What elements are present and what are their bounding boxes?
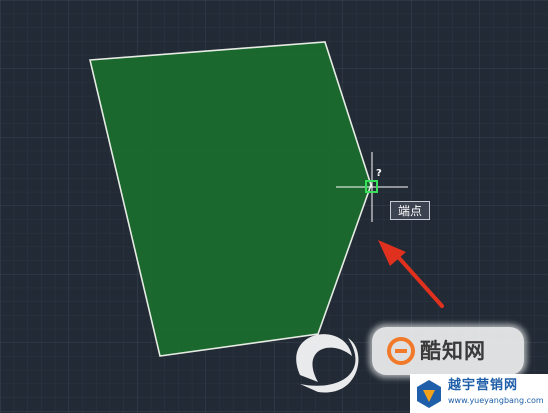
watermark-site-logo-icon xyxy=(417,380,441,408)
snap-hint-question-mark: ? xyxy=(376,168,382,179)
watermark-site-url: www.yueyangbang.com xyxy=(448,396,544,405)
watermark-site-name: 越宇营销网 xyxy=(448,378,519,393)
watermark-badge-text: 酷知网 xyxy=(420,339,486,363)
endpoint-snap-tooltip: 端点 xyxy=(390,201,430,220)
watermark-badge-icon xyxy=(387,337,415,365)
